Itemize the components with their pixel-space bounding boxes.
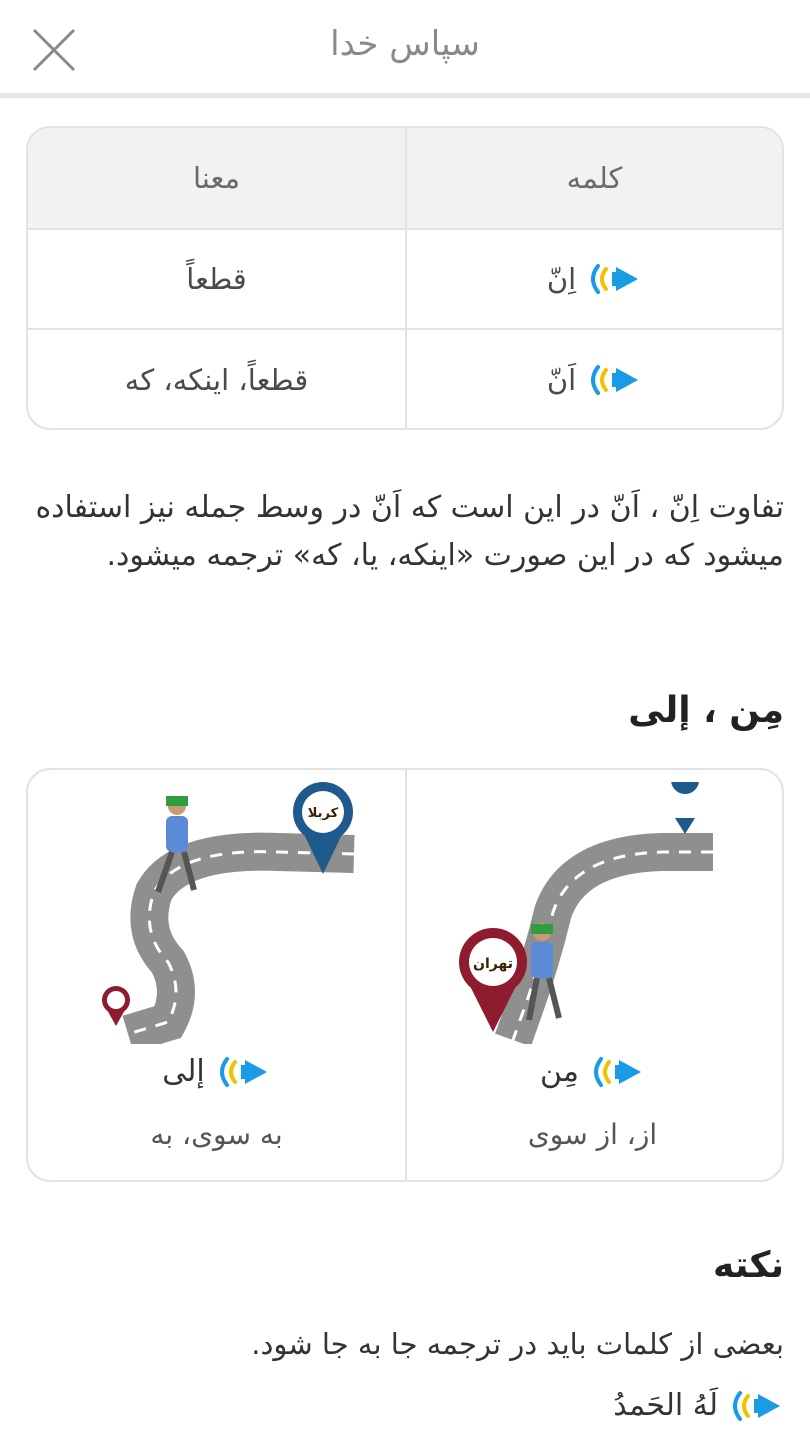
close-icon[interactable] (30, 26, 78, 74)
meaning-cell: قطعاً (186, 262, 247, 296)
word-cell: اَنّ (405, 330, 782, 428)
table-row: اَنّ قطعاً، اینکه، که (28, 330, 782, 428)
card-min: تهران مِن از، از سوی (403, 770, 782, 1180)
road-illustration: تهران (459, 782, 713, 1044)
card-word: مِن (403, 1054, 782, 1096)
pin-label: تهران (473, 956, 513, 972)
vocabulary-table: کلمه معنا اِنّ قطعاً اَنّ قطعاً، اینکه، … (26, 126, 784, 430)
card-ila: کربلا إلی به سوی، به (28, 770, 407, 1180)
speaker-icon[interactable] (586, 263, 642, 295)
word-text: مِن (540, 1054, 579, 1089)
header-bar: سپاس خدا (0, 0, 810, 98)
example-line: لَهُ الحَمدُ (613, 1388, 784, 1430)
column-header-meaning: معنا (192, 161, 241, 195)
example-text: لَهُ الحَمدُ (613, 1388, 718, 1423)
word-text: إلی (162, 1054, 205, 1089)
explanation-paragraph: تفاوت اِنّ ، اَنّ در این است که اَنّ در … (35, 490, 784, 573)
table-header-row: کلمه معنا (28, 128, 782, 230)
card-meaning: از، از سوی (527, 1118, 658, 1151)
word-text: اِنّ (546, 262, 577, 296)
page-title: سپاس خدا (330, 24, 480, 64)
note-title: نکته (713, 1245, 784, 1286)
note-text: بعضی از کلمات باید در ترجمه جا به جا شود… (251, 1327, 784, 1361)
pin-label: کربلا (308, 806, 339, 821)
word-text: اَنّ (546, 363, 577, 397)
pin-icon (671, 782, 699, 834)
speaker-icon[interactable] (586, 364, 642, 396)
column-header-word: کلمه (405, 128, 782, 228)
speaker-icon[interactable] (589, 1056, 645, 1088)
speaker-icon[interactable] (215, 1056, 271, 1088)
road-illustration: کربلا (102, 782, 355, 1044)
word-cell: اِنّ (405, 230, 782, 328)
card-meaning: به سوی، به (150, 1118, 283, 1151)
card-word: إلی (28, 1054, 405, 1096)
illustration-cards: تهران مِن از، از سوی کربلا إلی به سوی، ب… (26, 768, 784, 1182)
speaker-icon[interactable] (728, 1390, 784, 1422)
section-title: مِن ، إلی (628, 690, 784, 731)
meaning-cell: قطعاً، اینکه، که (124, 363, 309, 397)
table-row: اِنّ قطعاً (28, 230, 782, 330)
